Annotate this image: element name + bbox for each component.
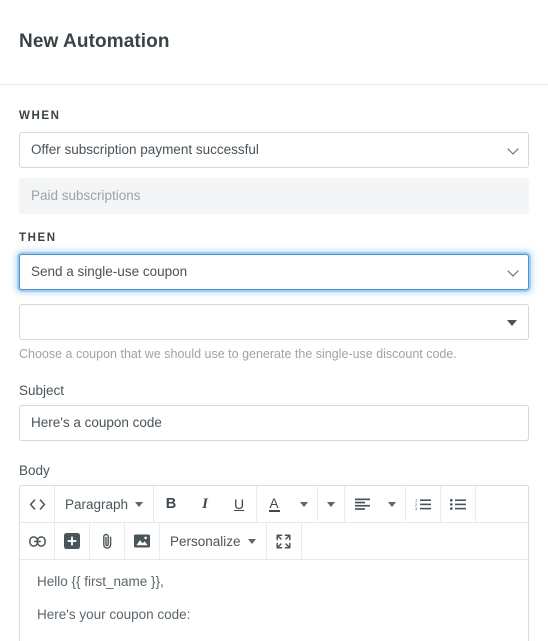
- toolbar-group-attachment: [90, 523, 125, 559]
- unordered-list-icon[interactable]: [441, 486, 475, 523]
- toolbar-group-text-color: A: [257, 486, 319, 523]
- align-dropdown[interactable]: [379, 486, 405, 523]
- page-title: New Automation: [19, 31, 170, 52]
- toolbar-group-personalize: Personalize: [160, 523, 267, 559]
- trigger-select-value: Offer subscription payment successful: [19, 132, 529, 168]
- text-color-glyph: A: [268, 495, 280, 512]
- paragraph-style-label: Paragraph: [65, 496, 129, 512]
- toolbar-group-inline-format: B I U: [154, 486, 258, 523]
- body-label: Body: [19, 463, 50, 478]
- underline-icon[interactable]: U: [222, 486, 256, 523]
- coupon-helper-text: Choose a coupon that we should use to ge…: [19, 347, 457, 361]
- new-automation-page: New Automation WHEN Offer subscription p…: [0, 0, 548, 641]
- subject-label: Subject: [19, 383, 65, 398]
- coupon-select-value: [19, 304, 529, 340]
- personalize-dropdown[interactable]: Personalize: [160, 523, 266, 560]
- body-editor: Paragraph B I U A 1 2 3 Personalize Hell…: [19, 485, 529, 641]
- body-line: Hello {{ first_name }},: [37, 574, 164, 589]
- source-code-icon[interactable]: [20, 486, 54, 523]
- body-editor-content[interactable]: Hello {{ first_name }}, Here's your coup…: [20, 560, 528, 641]
- image-icon[interactable]: [125, 523, 159, 560]
- text-color-dropdown[interactable]: [291, 486, 317, 523]
- coupon-select[interactable]: [19, 304, 529, 340]
- chevron-down-icon: [327, 501, 336, 507]
- trigger-scope-value: Paid subscriptions: [19, 178, 529, 214]
- ordered-list-icon[interactable]: 1 2 3: [406, 486, 440, 523]
- when-section-label: WHEN: [19, 110, 61, 122]
- chevron-down-icon: [388, 501, 397, 507]
- toolbar-group-source: [20, 486, 55, 522]
- bold-glyph: B: [165, 496, 177, 512]
- toolbar-group-paragraph: Paragraph: [55, 486, 155, 523]
- chevron-down-icon: [300, 501, 309, 507]
- chevron-down-icon: [247, 538, 256, 544]
- toolbar-group-link: [20, 523, 55, 559]
- fullscreen-icon[interactable]: [267, 523, 301, 560]
- body-line: Here's your coupon code:: [37, 607, 191, 622]
- text-color-icon[interactable]: A: [257, 486, 291, 523]
- highlight-color-dropdown[interactable]: [318, 486, 344, 523]
- subject-input-value[interactable]: Here's a coupon code: [19, 405, 529, 441]
- action-select-value: Send a single-use coupon: [19, 254, 529, 290]
- toolbar-group-unordered-list: [441, 486, 477, 523]
- trigger-select[interactable]: Offer subscription payment successful: [19, 132, 529, 168]
- svg-text:3: 3: [415, 506, 418, 510]
- personalize-label: Personalize: [170, 533, 241, 549]
- underline-glyph: U: [233, 496, 245, 512]
- attachment-icon[interactable]: [90, 523, 124, 560]
- editor-toolbar-row-1: Paragraph B I U A 1 2 3: [20, 486, 528, 523]
- automation-form: WHEN Offer subscription payment successf…: [0, 85, 548, 641]
- insert-block-icon[interactable]: [55, 523, 89, 560]
- editor-toolbar-row-2: Personalize: [20, 523, 528, 560]
- page-header: New Automation: [0, 0, 548, 85]
- align-left-icon[interactable]: [345, 486, 379, 523]
- italic-icon[interactable]: I: [188, 486, 222, 523]
- toolbar-group-align: [345, 486, 407, 523]
- paragraph-style-dropdown[interactable]: Paragraph: [55, 486, 153, 523]
- toolbar-group-highlight: [318, 486, 346, 523]
- action-select[interactable]: Send a single-use coupon: [19, 254, 529, 290]
- bold-icon[interactable]: B: [154, 486, 188, 523]
- toolbar-group-insert-block: [55, 523, 90, 559]
- trigger-scope-field: Paid subscriptions: [19, 178, 529, 214]
- italic-glyph: I: [202, 495, 208, 512]
- subject-field[interactable]: Here's a coupon code: [19, 405, 529, 441]
- toolbar-group-image: [125, 523, 160, 559]
- toolbar-group-ordered-list: 1 2 3: [406, 486, 442, 523]
- link-icon[interactable]: [20, 523, 54, 560]
- then-section-label: THEN: [19, 232, 57, 244]
- toolbar-group-fullscreen: [267, 523, 302, 559]
- chevron-down-icon: [135, 501, 144, 507]
